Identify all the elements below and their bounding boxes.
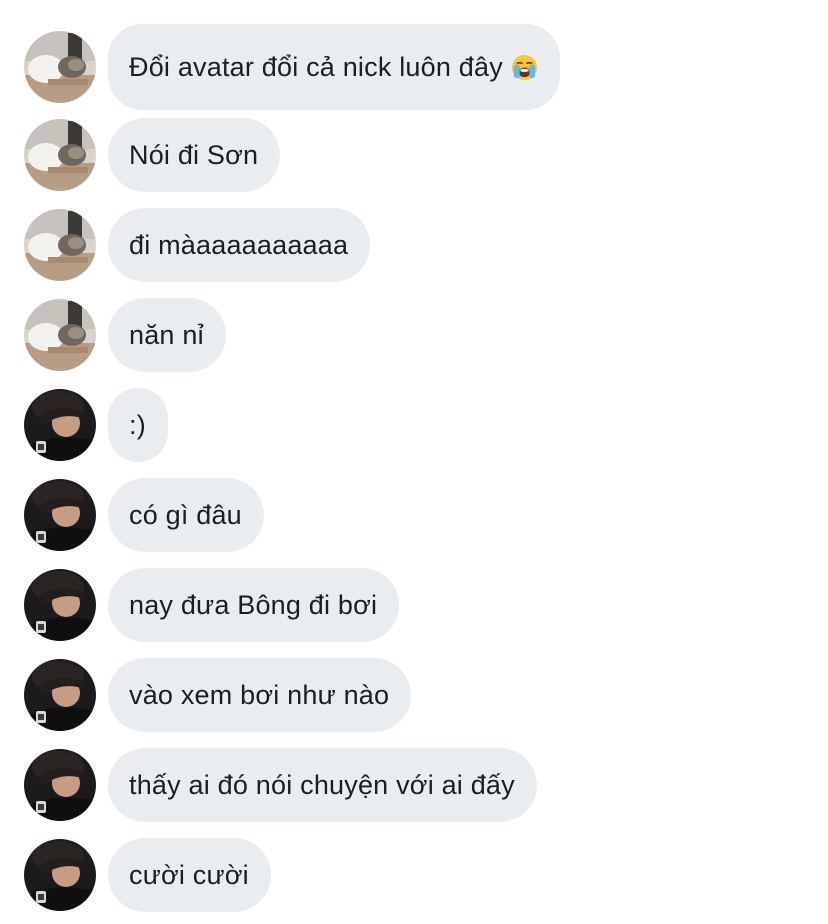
avatar-man[interactable] <box>24 389 96 461</box>
avatar-man[interactable] <box>24 659 96 731</box>
message-row: năn nỉ <box>24 298 226 372</box>
man-avatar-icon <box>24 479 96 551</box>
message-text: Nói đi Sơn <box>129 139 259 170</box>
loudly-crying-face-icon <box>511 54 537 80</box>
avatar-man[interactable] <box>24 839 96 911</box>
message-bubble[interactable]: đi màaaaaaaaaaa <box>108 208 371 282</box>
message-row: cười cười <box>24 838 271 912</box>
cat-avatar-icon <box>24 209 96 281</box>
message-bubble[interactable]: vào xem bơi như nào <box>108 658 412 732</box>
cat-avatar-icon <box>24 299 96 371</box>
avatar-cat[interactable] <box>24 209 96 281</box>
avatar-cat[interactable] <box>24 31 96 103</box>
message-text: có gì đâu <box>129 499 242 530</box>
message-text: thấy ai đó nói chuyện với ai đấy <box>129 769 515 800</box>
message-bubble[interactable]: Nói đi Sơn <box>108 118 281 192</box>
message-row: thấy ai đó nói chuyện với ai đấy <box>24 748 537 822</box>
message-text: Đổi avatar đổi cả nick luôn đây <box>129 51 503 82</box>
cat-avatar-icon <box>24 31 96 103</box>
man-avatar-icon <box>24 389 96 461</box>
message-bubble[interactable]: thấy ai đó nói chuyện với ai đấy <box>108 748 537 822</box>
avatar-man[interactable] <box>24 569 96 641</box>
message-text: cười cười <box>129 859 249 890</box>
message-row: đi màaaaaaaaaaa <box>24 208 371 282</box>
message-bubble[interactable]: có gì đâu <box>108 478 264 552</box>
avatar-cat[interactable] <box>24 119 96 191</box>
message-text: năn nỉ <box>129 319 204 350</box>
message-bubble[interactable]: Đổi avatar đổi cả nick luôn đây <box>108 24 560 110</box>
man-avatar-icon <box>24 569 96 641</box>
message-row: nay đưa Bông đi bơi <box>24 568 400 642</box>
message-row: Nói đi Sơn <box>24 118 281 192</box>
man-avatar-icon <box>24 659 96 731</box>
message-row: vào xem bơi như nào <box>24 658 412 732</box>
message-bubble[interactable]: :) <box>108 388 168 462</box>
message-text: vào xem bơi như nào <box>129 679 390 710</box>
avatar-man[interactable] <box>24 749 96 821</box>
message-row: có gì đâu <box>24 478 264 552</box>
message-bubble[interactable]: nay đưa Bông đi bơi <box>108 568 400 642</box>
message-text: đi màaaaaaaaaaa <box>129 229 349 260</box>
man-avatar-icon <box>24 839 96 911</box>
man-avatar-icon <box>24 749 96 821</box>
chat-thread: Đổi avatar đổi cả nick luôn đây Nói đi S… <box>0 0 828 924</box>
message-bubble[interactable]: cười cười <box>108 838 271 912</box>
message-text: :) <box>129 409 146 440</box>
avatar-man[interactable] <box>24 479 96 551</box>
message-row: :) <box>24 388 168 462</box>
message-row: Đổi avatar đổi cả nick luôn đây <box>24 24 560 110</box>
avatar-cat[interactable] <box>24 299 96 371</box>
message-bubble[interactable]: năn nỉ <box>108 298 226 372</box>
cat-avatar-icon <box>24 119 96 191</box>
message-text: nay đưa Bông đi bơi <box>129 589 378 620</box>
